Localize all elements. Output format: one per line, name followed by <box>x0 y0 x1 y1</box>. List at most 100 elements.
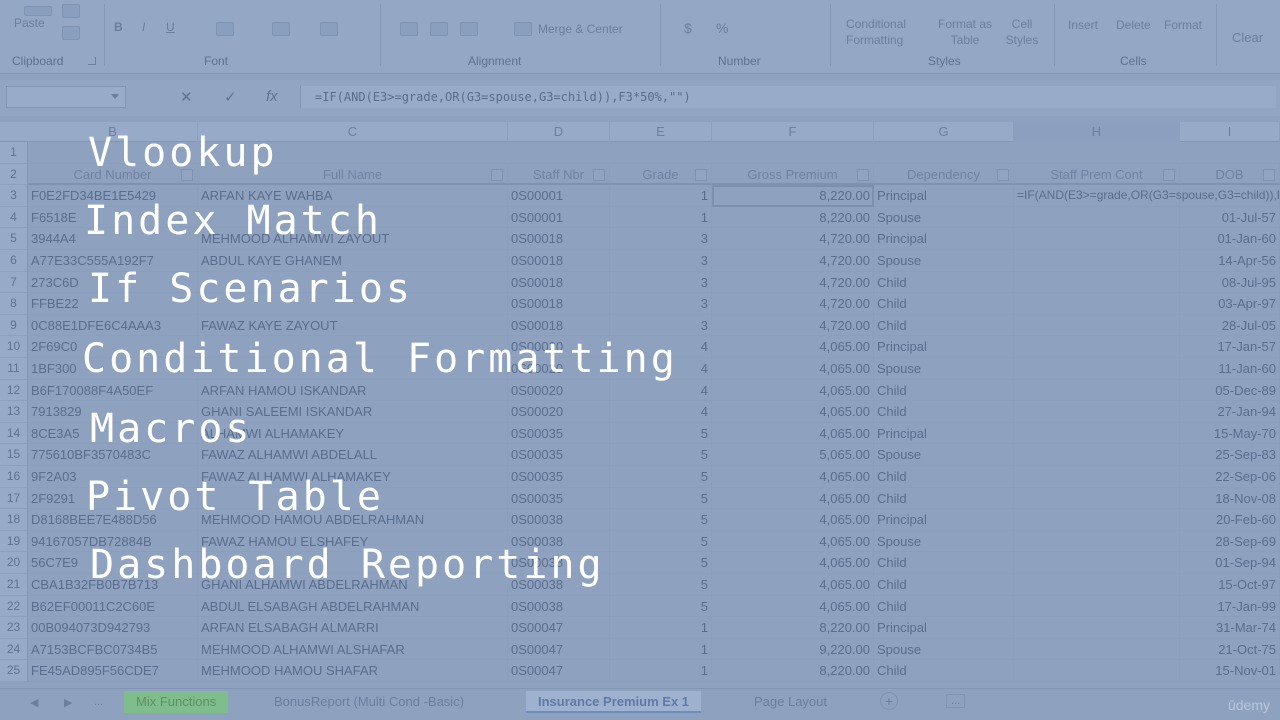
prev-sheet-icon[interactable]: ◀ <box>30 696 38 709</box>
table-cell[interactable]: 0S00047 <box>508 617 610 639</box>
paste-icon[interactable] <box>24 6 52 16</box>
table-cell[interactable]: 5 <box>610 444 712 466</box>
table-cell[interactable]: Spouse <box>874 530 1014 553</box>
chevron-down-icon[interactable] <box>111 94 119 99</box>
table-cell[interactable]: 4 <box>610 358 712 380</box>
row-number[interactable]: 3 <box>0 185 28 207</box>
table-cell[interactable]: 18-Nov-08 <box>1180 487 1280 510</box>
table-cell[interactable]: 4,065.00 <box>712 336 874 358</box>
table-cell[interactable]: Principal <box>874 509 1014 531</box>
italic-icon[interactable]: I <box>142 20 145 34</box>
table-cell[interactable]: 1BF300 <box>28 358 198 380</box>
table-cell[interactable]: Principal <box>874 336 1014 358</box>
table-cell[interactable]: 00B094073D942793 <box>28 617 198 639</box>
table-cell[interactable]: 5 <box>610 422 712 445</box>
table-cell[interactable]: 4,720.00 <box>712 314 874 337</box>
filter-dropdown-icon[interactable] <box>695 168 707 181</box>
cell-styles-button[interactable]: Cell Styles <box>1000 16 1044 48</box>
table-cell[interactable]: 01-Jul-57 <box>1180 206 1280 229</box>
font-color-icon[interactable] <box>320 22 338 36</box>
table-cell[interactable]: 1 <box>610 206 712 229</box>
bold-icon[interactable]: B <box>114 20 123 34</box>
table-cell[interactable]: D8168BEE7E488D56 <box>28 509 198 531</box>
table-cell[interactable]: 28-Sep-69 <box>1180 530 1280 553</box>
table-cell[interactable]: 0S00038 <box>508 530 610 553</box>
table-cell[interactable]: 0S00018 <box>508 250 610 272</box>
table-cell[interactable] <box>198 487 508 510</box>
clipboard-launcher-icon[interactable] <box>88 57 96 65</box>
row-number[interactable]: 7 <box>0 271 28 294</box>
table-cell[interactable]: CBA1B32FB0B7B713 <box>28 574 198 596</box>
table-cell[interactable]: F0E2FD34BE1E5429 <box>28 185 198 207</box>
table-cell[interactable]: 0S00020 <box>508 401 610 423</box>
table-cell[interactable]: Child <box>874 574 1014 596</box>
align-center-icon[interactable] <box>430 22 448 36</box>
tab-mix-functions[interactable]: Mix Functions <box>124 691 229 713</box>
format-painter-icon[interactable] <box>62 26 80 40</box>
table-cell[interactable]: MEHMOOD ALHAMWI ALSHAFAR <box>198 638 508 661</box>
table-cell[interactable]: F6518E <box>28 206 198 229</box>
row-number[interactable]: 20 <box>0 552 28 574</box>
enter-icon[interactable]: ✓ <box>224 88 237 106</box>
row-number[interactable]: 10 <box>0 336 28 358</box>
row-number[interactable]: 15 <box>0 444 28 466</box>
table-cell[interactable]: ALHAMWI ALHAMAKEY <box>198 422 508 445</box>
table-cell[interactable]: 0S00001 <box>508 206 610 229</box>
table-cell[interactable]: FAWAZ ALHAMWI ABDELALL <box>198 444 508 466</box>
table-cell[interactable]: ABDUL ELSABAGH ABDELRAHMAN <box>198 595 508 618</box>
table-cell[interactable]: FFBE22 <box>28 293 198 315</box>
table-cell[interactable]: 4,720.00 <box>712 271 874 294</box>
row-number[interactable]: 11 <box>0 358 28 380</box>
row-number[interactable]: 24 <box>0 638 28 661</box>
table-cell[interactable]: Child <box>874 487 1014 510</box>
table-cell[interactable] <box>1014 314 1180 337</box>
table-cell[interactable]: Spouse <box>874 358 1014 380</box>
table-cell[interactable]: 5 <box>610 466 712 488</box>
align-right-icon[interactable] <box>460 22 478 36</box>
table-cell[interactable]: 4,065.00 <box>712 595 874 618</box>
column-header[interactable]: D <box>508 122 610 142</box>
table-cell[interactable]: 0S00035 <box>508 466 610 488</box>
table-cell[interactable]: B62EF00011C2C60E <box>28 595 198 618</box>
table-cell[interactable]: 0S00035 <box>508 487 610 510</box>
table-cell[interactable] <box>198 358 508 380</box>
table-cell[interactable]: 0S00018 <box>508 293 610 315</box>
table-cell[interactable] <box>198 336 508 358</box>
copy-icon[interactable] <box>62 4 80 18</box>
table-cell[interactable]: 5 <box>610 595 712 618</box>
table-cell[interactable]: B6F170088F4A50EF <box>28 379 198 402</box>
row-number[interactable]: 16 <box>0 466 28 488</box>
table-cell[interactable]: 8,220.00 <box>712 206 874 229</box>
row-number[interactable]: 14 <box>0 422 28 445</box>
table-cell[interactable]: 05-Dec-89 <box>1180 379 1280 402</box>
table-cell[interactable]: 27-Jan-94 <box>1180 401 1280 423</box>
insert-function-icon[interactable]: fx <box>266 88 278 105</box>
table-cell[interactable]: Principal <box>874 228 1014 250</box>
tab-page-layout[interactable]: Page Layout <box>742 691 839 713</box>
percent-icon[interactable]: % <box>716 20 728 36</box>
table-cell[interactable]: 3944A4 <box>28 228 198 250</box>
table-cell[interactable]: 22-Sep-06 <box>1180 466 1280 488</box>
table-cell[interactable]: Principal <box>874 617 1014 639</box>
table-cell[interactable]: 0S00020 <box>508 336 610 358</box>
table-cell[interactable]: Child <box>874 293 1014 315</box>
table-cell[interactable]: 17-Jan-57 <box>1180 336 1280 358</box>
filter-dropdown-icon[interactable] <box>997 168 1009 181</box>
table-cell[interactable]: 56C7E9 <box>28 552 198 574</box>
table-cell[interactable]: Spouse <box>874 638 1014 661</box>
table-cell[interactable]: Principal <box>874 185 1014 207</box>
table-cell[interactable]: 4,065.00 <box>712 552 874 574</box>
table-cell[interactable] <box>198 271 508 294</box>
table-cell[interactable]: 0S00035 <box>508 422 610 445</box>
table-cell[interactable]: 0S00047 <box>508 638 610 661</box>
table-cell[interactable] <box>198 206 508 229</box>
table-cell[interactable] <box>1014 271 1180 294</box>
table-cell[interactable]: 94167057DB72884B <box>28 530 198 553</box>
table-cell[interactable]: 0S00001 <box>508 185 610 207</box>
column-header[interactable]: G <box>874 122 1014 142</box>
table-cell[interactable] <box>1014 228 1180 250</box>
table-cell[interactable]: 8CE3A5 <box>28 422 198 445</box>
column-header[interactable]: E <box>610 122 712 142</box>
table-cell[interactable]: Child <box>874 660 1014 682</box>
table-cell[interactable] <box>1014 250 1180 272</box>
